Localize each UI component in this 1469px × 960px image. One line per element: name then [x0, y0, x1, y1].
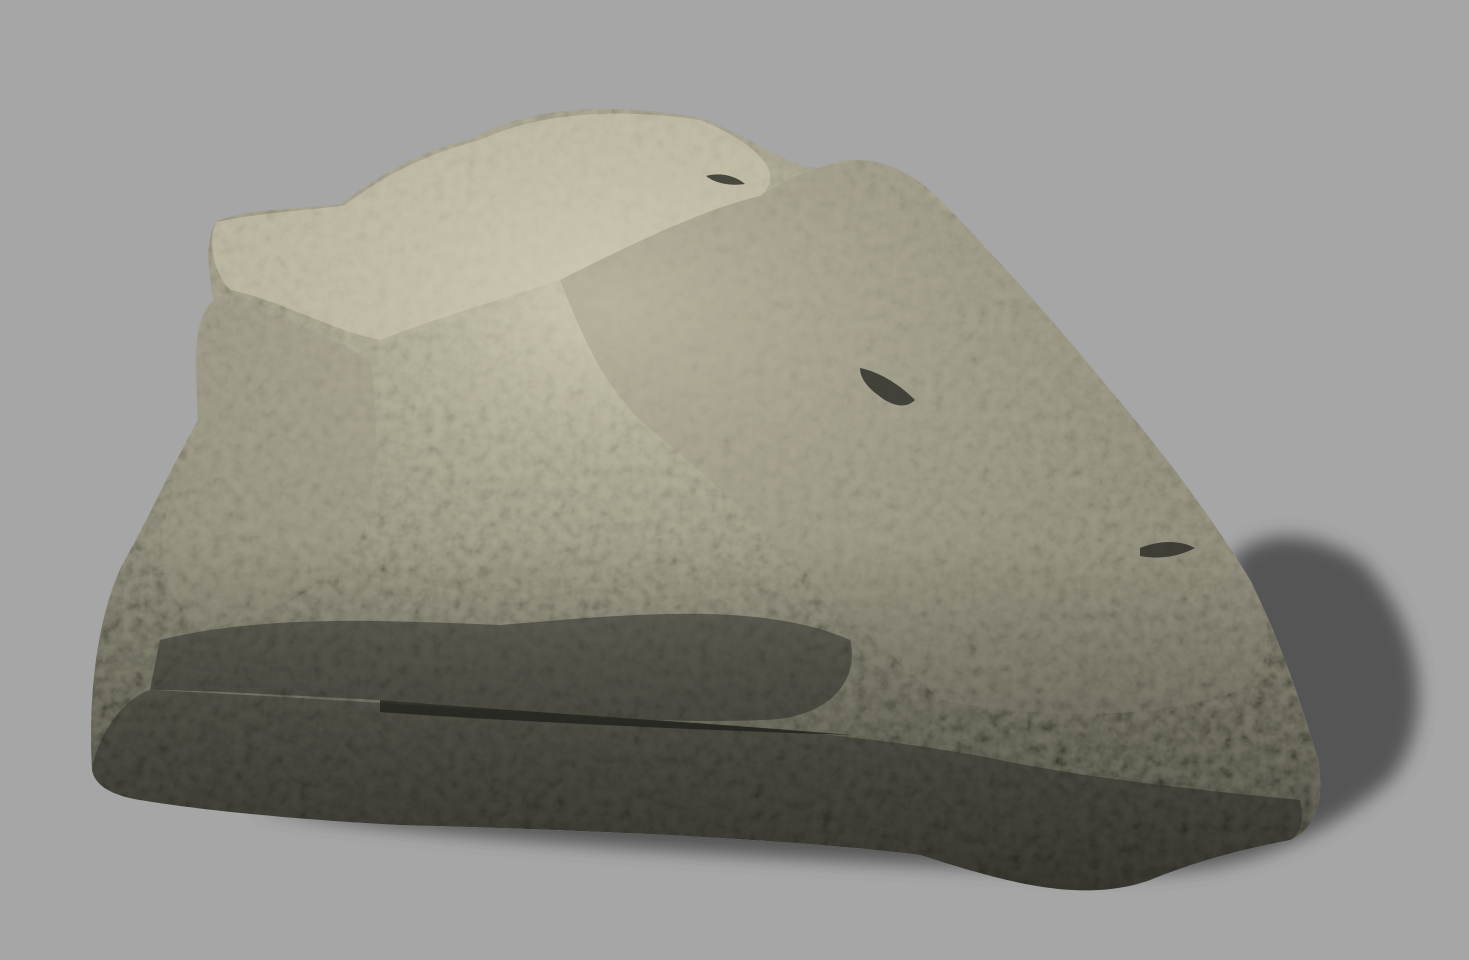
viewport	[0, 0, 1469, 960]
rock-render	[0, 0, 1469, 960]
